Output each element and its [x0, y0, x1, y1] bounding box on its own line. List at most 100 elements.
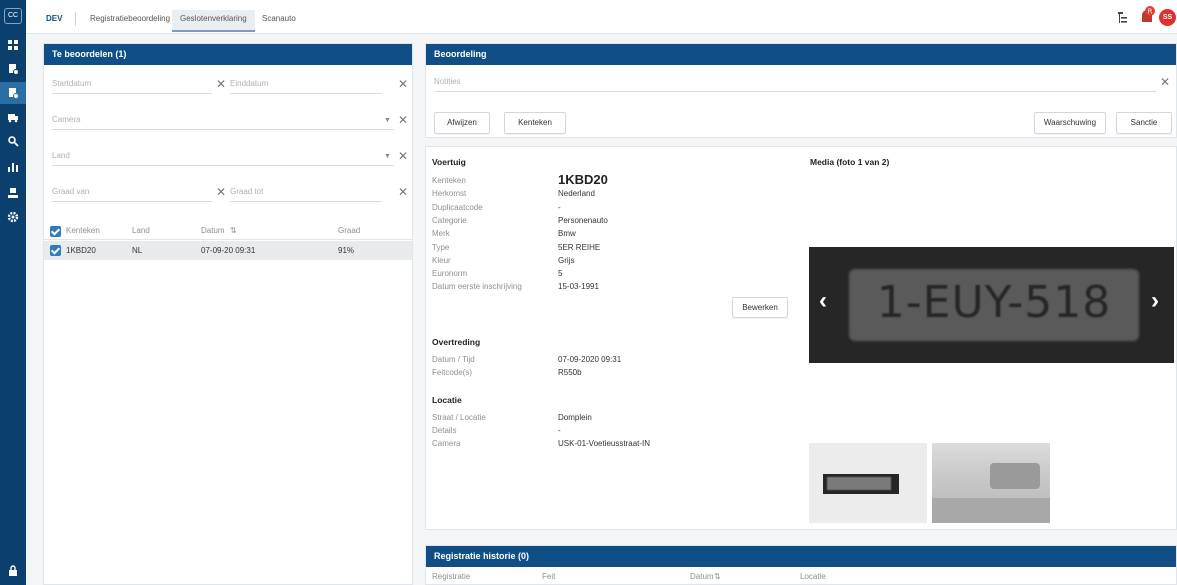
- detail-label: Feitcode(s): [432, 368, 473, 377]
- detail-label: Duplicaatcode: [432, 202, 483, 212]
- col-feit[interactable]: Feit: [542, 572, 555, 581]
- documents-icon[interactable]: [0, 58, 26, 80]
- chevron-right-icon[interactable]: ›: [1151, 287, 1159, 315]
- panel-title: Registratie historie (0): [426, 546, 1176, 567]
- app-logo[interactable]: CC: [4, 8, 22, 24]
- thumbnail-street[interactable]: [932, 443, 1050, 523]
- thumbnail-road: [932, 498, 1050, 523]
- locatie-title: Locatie: [432, 395, 462, 405]
- thumbnail-plate-inner: [827, 477, 891, 490]
- detail-label: Details: [432, 426, 457, 435]
- notification-icon[interactable]: R: [1138, 6, 1156, 28]
- kenteken-button[interactable]: Kenteken: [504, 112, 566, 134]
- graad-tot-field[interactable]: Graad tot: [230, 182, 382, 202]
- col-graad[interactable]: Graad: [338, 226, 360, 235]
- thumbnail-plate[interactable]: [809, 443, 927, 523]
- detail-value: R550b: [558, 368, 582, 377]
- document-active-icon[interactable]: [0, 82, 26, 104]
- panel-title: Te beoordelen (1): [44, 44, 412, 65]
- clear-einddatum-icon[interactable]: ✕: [398, 78, 408, 90]
- settings-icon[interactable]: [0, 206, 26, 228]
- detail-label: Euronorm: [432, 269, 468, 279]
- col-datum[interactable]: Datum: [690, 572, 714, 581]
- sort-icon[interactable]: ⇅: [230, 226, 237, 235]
- tab-geslotenverklaring[interactable]: Geslotenverklaring: [172, 10, 255, 32]
- chevron-down-icon[interactable]: ▼: [384, 153, 391, 160]
- detail-label: Herkomst: [432, 189, 467, 199]
- user-icon[interactable]: [0, 182, 26, 204]
- clear-graad-tot-icon[interactable]: ✕: [398, 186, 408, 198]
- detail-value: 07-09-2020 09:31: [558, 355, 622, 364]
- tab-dev[interactable]: DEV: [38, 10, 70, 32]
- col-datum[interactable]: Datum: [201, 226, 225, 235]
- lock-icon[interactable]: [0, 560, 26, 582]
- detail-value: USK-01-Voetieusstraat-IN: [558, 439, 651, 448]
- detail-value: Domplein: [558, 413, 592, 422]
- bewerken-button[interactable]: Bewerken: [732, 297, 788, 318]
- col-registratie[interactable]: Registratie: [432, 572, 470, 581]
- detail-label: Straat / Locatie: [432, 413, 486, 422]
- media-title: Media (foto 1 van 2): [810, 157, 890, 167]
- row-checkbox[interactable]: [50, 245, 61, 256]
- sort-icon[interactable]: ⇅: [714, 572, 721, 581]
- chart-icon[interactable]: [0, 156, 26, 178]
- detail-value: Grijs: [558, 255, 575, 265]
- detail-label: Datum / Tijd: [432, 355, 475, 364]
- detail-value: -: [558, 426, 561, 435]
- detail-value: Personenauto: [558, 215, 608, 225]
- notities-field[interactable]: Notities: [434, 72, 1156, 92]
- clear-land-icon[interactable]: ✕: [398, 150, 408, 162]
- avatar[interactable]: SS: [1159, 9, 1176, 26]
- detail-value: Nederland: [558, 189, 595, 199]
- row-datum: 07-09-20 09:31: [201, 246, 256, 255]
- clear-notities-icon[interactable]: ✕: [1160, 76, 1170, 88]
- te-beoordelen-panel: Te beoordelen (1) Startdatum ✕ Einddatum…: [43, 43, 413, 585]
- search-user-icon[interactable]: [0, 130, 26, 152]
- waarschuwing-button[interactable]: Waarschuwing: [1034, 112, 1106, 134]
- clear-graad-van-icon[interactable]: ✕: [216, 186, 226, 198]
- tab-registratiebeoordeling[interactable]: Registratiebeoordeling: [82, 10, 178, 32]
- graad-van-field[interactable]: Graad van: [52, 182, 212, 202]
- camera-select[interactable]: Camera: [52, 110, 394, 130]
- chevron-down-icon[interactable]: ▼: [384, 117, 391, 124]
- detail-label: Datum eerste inschrijving: [432, 282, 522, 292]
- tree-icon[interactable]: [1118, 12, 1132, 26]
- thumbnail-car: [990, 463, 1040, 489]
- col-locatie[interactable]: Locatie: [800, 572, 826, 581]
- detail-label: Kleur: [432, 255, 451, 265]
- detail-value: -: [558, 202, 561, 212]
- plate-photo-text: 1-EUY-518: [876, 277, 1112, 328]
- truck-icon[interactable]: [0, 106, 26, 128]
- clear-camera-icon[interactable]: ✕: [398, 114, 408, 126]
- svg-text:R: R: [1148, 8, 1153, 16]
- land-select[interactable]: Land: [52, 146, 394, 166]
- detail-label: Categorie: [432, 215, 467, 225]
- historie-panel: Registratie historie (0) Registratie Fei…: [425, 545, 1177, 585]
- dashboard-icon[interactable]: [0, 34, 26, 56]
- einddatum-field[interactable]: Einddatum: [230, 74, 382, 94]
- row-kenteken: 1KBD20: [66, 246, 96, 255]
- detail-value: 15-03-1991: [558, 282, 599, 292]
- col-land[interactable]: Land: [132, 226, 150, 235]
- tab-divider: [75, 12, 76, 26]
- media-photo: 1-EUY-518 ‹ ›: [809, 247, 1174, 363]
- afwijzen-button[interactable]: Afwijzen: [434, 112, 490, 134]
- row-graad: 91%: [338, 246, 355, 255]
- startdatum-field[interactable]: Startdatum: [52, 74, 212, 94]
- detail-label: Camera: [432, 439, 461, 448]
- tab-scanauto[interactable]: Scanauto: [254, 10, 304, 32]
- chevron-left-icon[interactable]: ‹: [819, 287, 827, 315]
- detail-value: 5ER REIHE: [558, 242, 601, 252]
- clear-startdatum-icon[interactable]: ✕: [216, 78, 226, 90]
- sanctie-button[interactable]: Sanctie: [1116, 112, 1172, 134]
- details-panel: Voertuig 1KBD20 Kenteken Herkomst Nederlan…: [425, 146, 1177, 530]
- detail-label: Type: [432, 242, 450, 252]
- voertuig-title: Voertuig: [432, 157, 466, 167]
- panel-title: Beoordeling: [426, 44, 1176, 65]
- beoordeling-panel: Beoordeling Notities ✕ Afwijzen Kenteken…: [425, 43, 1177, 138]
- detail-value: Bmw: [558, 229, 576, 239]
- col-kenteken[interactable]: Kenteken: [66, 226, 100, 235]
- detail-label: Kenteken: [432, 176, 466, 185]
- table-row[interactable]: 1KBD20 NL 07-09-20 09:31 91%: [44, 241, 412, 260]
- select-all-checkbox[interactable]: [50, 226, 61, 237]
